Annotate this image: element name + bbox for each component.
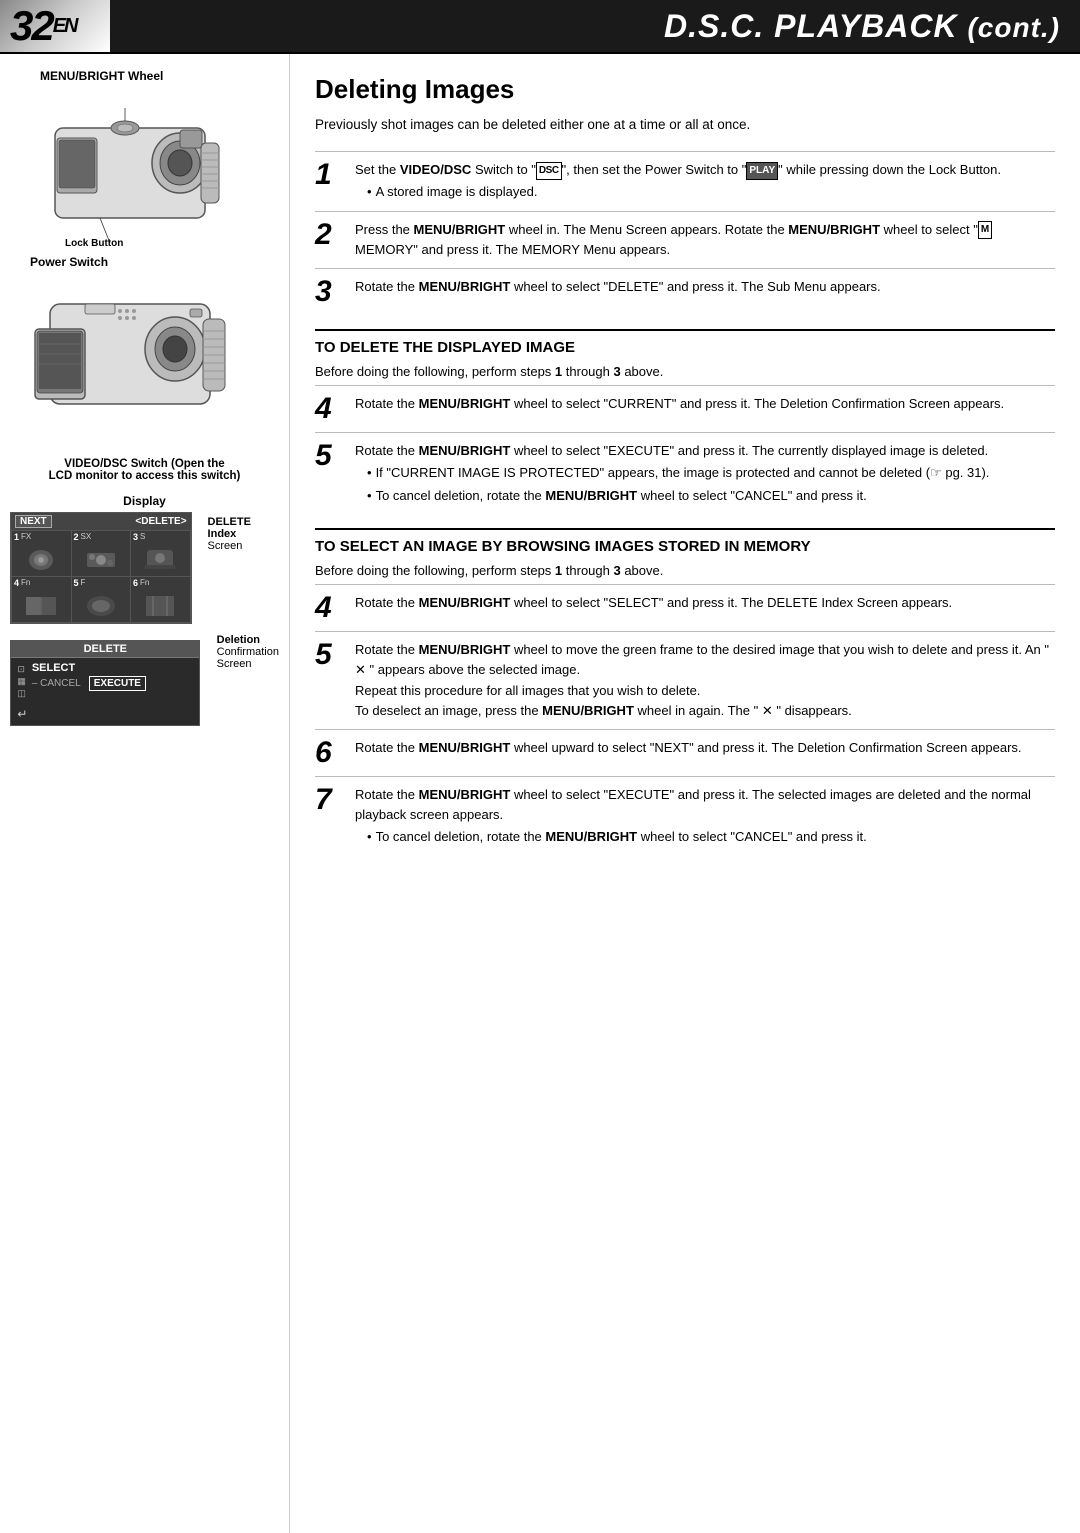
return-icon: ↵ — [17, 707, 27, 721]
page-number: 32EN — [0, 0, 110, 52]
subsection-delete-displayed: To Delete The Displayed Image Before doi… — [315, 329, 1055, 514]
step-3: 3 Rotate the MENU/BRIGHT wheel to select… — [315, 268, 1055, 315]
svg-text:Lock Button: Lock Button — [65, 238, 123, 248]
video-dsc-label: VIDEO/DSC Switch (Open the LCD monitor t… — [10, 458, 279, 482]
display-section: Display NEXT <DELETE> 1FX — [10, 494, 279, 726]
deletion-confirm-screen: DELETE ⊡ ▦ ◫ SELECT – CANCEL EXECUTE — [10, 640, 200, 726]
section-intro: Previously shot images can be deleted ei… — [315, 115, 1055, 135]
cancel-option: – CANCEL — [32, 678, 81, 689]
step-2: 2 Press the MENU/BRIGHT wheel in. The Me… — [315, 211, 1055, 268]
execute-option: EXECUTE — [89, 676, 146, 691]
display-label: Display — [10, 494, 279, 508]
initial-steps: 1 Set the VIDEO/DSC Switch to "DSC", the… — [315, 151, 1055, 315]
delete-cell-1: 1FX — [12, 531, 71, 576]
left-column: MENU/BRIGHT Wheel Lock Button — [0, 54, 290, 1533]
power-switch-label: Power Switch — [10, 255, 279, 269]
page-title: D.S.C. PLAYBACK (cont.) — [110, 0, 1080, 52]
step-6b: 6 Rotate the MENU/BRIGHT wheel upward to… — [315, 729, 1055, 776]
menu-bright-label: MENU/BRIGHT Wheel — [10, 69, 279, 83]
delete-cell-6: 6Fn — [131, 577, 190, 622]
step-5a: 5 Rotate the MENU/BRIGHT wheel to select… — [315, 432, 1055, 513]
section-title: Deleting Images — [315, 74, 1055, 105]
subsection-2-intro: Before doing the following, perform step… — [315, 561, 1055, 581]
top-camera-svg: Lock Button — [25, 88, 265, 248]
select-label: SELECT — [32, 662, 193, 674]
bottom-camera-svg — [25, 279, 265, 449]
delete-index-screen: NEXT <DELETE> 1FX 2SX — [10, 512, 192, 624]
delete-cell-2: 2SX — [72, 531, 131, 576]
delete-grid: 1FX 2SX 3S — [11, 530, 191, 623]
step-4a: 4 Rotate the MENU/BRIGHT wheel to select… — [315, 385, 1055, 432]
subsection-select-browsing: To Select An Image By Browsing Images St… — [315, 528, 1055, 855]
step-4b: 4 Rotate the MENU/BRIGHT wheel to select… — [315, 584, 1055, 631]
deletion-confirm-title: DELETE — [84, 643, 127, 655]
deletion-confirm-labels: Deletion Confirmation Screen — [209, 630, 279, 670]
subsection-2-heading: To Select An Image By Browsing Images St… — [315, 528, 1055, 555]
main-content: MENU/BRIGHT Wheel Lock Button — [0, 54, 1080, 1533]
subsection-1-intro: Before doing the following, perform step… — [315, 362, 1055, 382]
delete-cell-5: 5F — [72, 577, 131, 622]
page-header: 32EN D.S.C. PLAYBACK (cont.) — [0, 0, 1080, 54]
step-7b: 7 Rotate the MENU/BRIGHT wheel to select… — [315, 776, 1055, 855]
bottom-camera-diagram: VIDEO/DSC Switch (Open the LCD monitor t… — [10, 279, 279, 482]
step-5b: 5 Rotate the MENU/BRIGHT wheel to move t… — [315, 631, 1055, 729]
delete-cell-4: 4Fn — [12, 577, 71, 622]
delete-index-labels: DELETE Index Screen — [200, 512, 279, 552]
step-1: 1 Set the VIDEO/DSC Switch to "DSC", the… — [315, 151, 1055, 210]
subsection-1-heading: To Delete The Displayed Image — [315, 329, 1055, 356]
delete-button-display: <DELETE> — [135, 516, 186, 527]
next-button-display: NEXT — [15, 515, 52, 528]
right-column: Deleting Images Previously shot images c… — [290, 54, 1080, 1533]
top-camera-diagram: MENU/BRIGHT Wheel Lock Button — [10, 69, 279, 269]
delete-cell-3: 3S — [131, 531, 190, 576]
